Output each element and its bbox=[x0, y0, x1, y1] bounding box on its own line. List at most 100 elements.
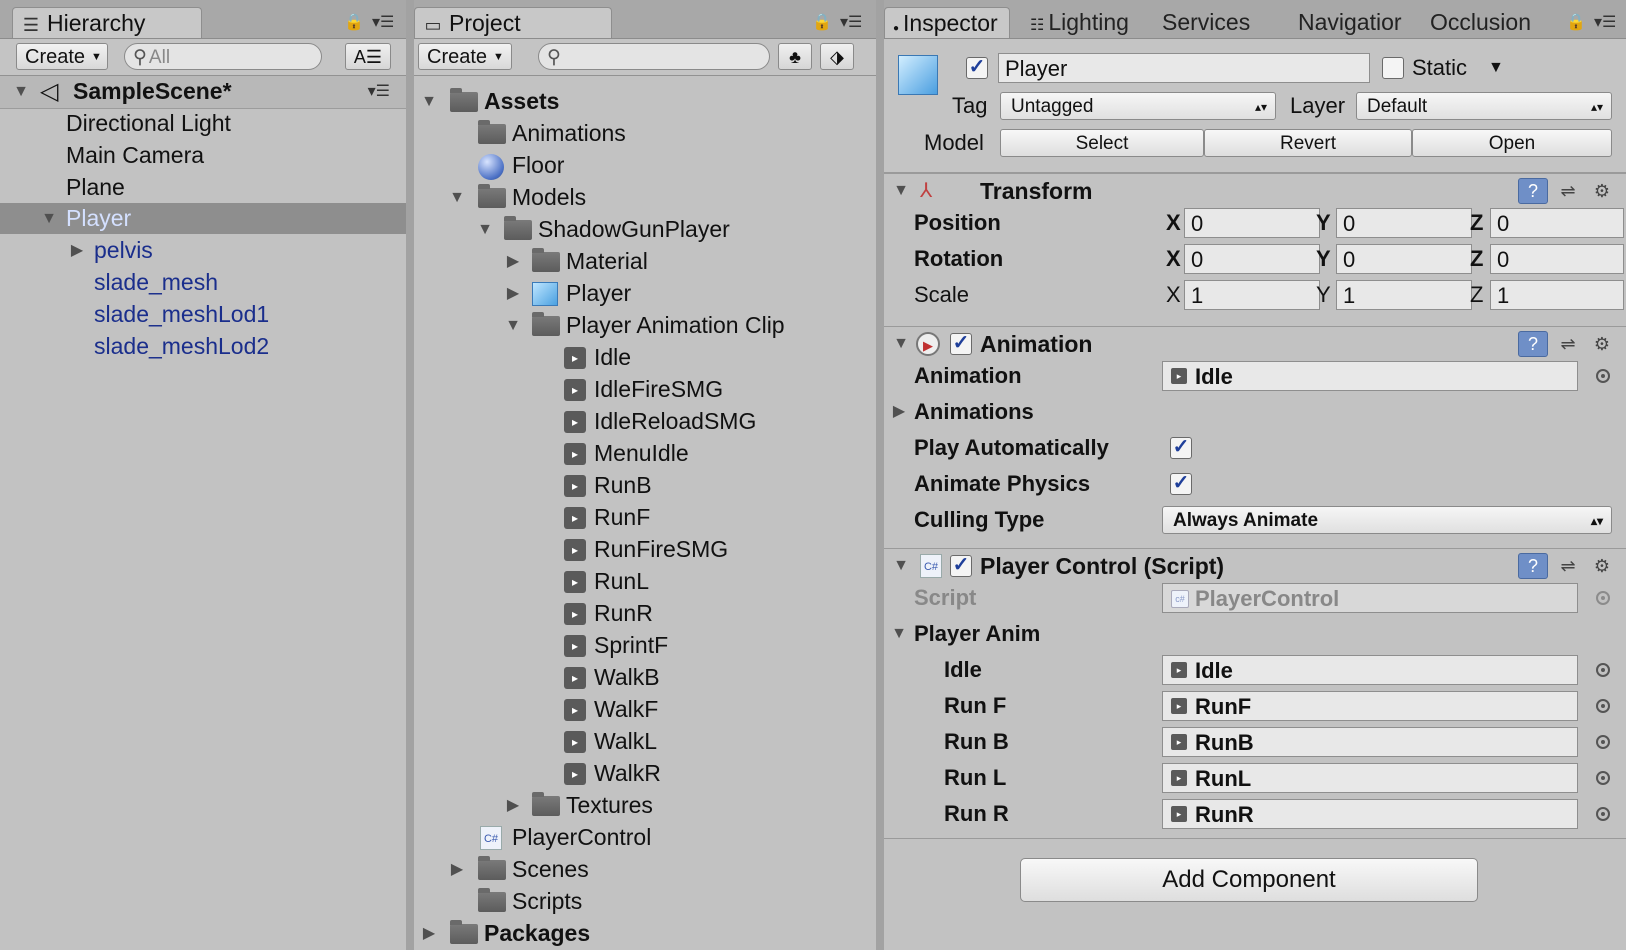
expand-icon[interactable]: ▼ bbox=[890, 619, 908, 649]
hierarchy-create-button[interactable]: Create ▼ bbox=[16, 43, 108, 70]
layer-dropdown[interactable]: Default ▴▾ bbox=[1356, 92, 1612, 120]
tab-hierarchy[interactable]: ☰ Hierarchy bbox=[12, 7, 202, 38]
list-item[interactable]: ▸ IdleReloadSMG bbox=[414, 406, 876, 437]
list-item[interactable]: ▸ WalkL bbox=[414, 726, 876, 757]
list-item[interactable]: ▸ RunR bbox=[414, 598, 876, 629]
list-item[interactable]: ▸ WalkR bbox=[414, 758, 876, 789]
lock-icon[interactable]: 🔒 bbox=[812, 12, 832, 32]
tab-services[interactable]: Services bbox=[1162, 7, 1250, 38]
idle-object-field[interactable]: ▸ Idle bbox=[1162, 655, 1578, 685]
lock-icon[interactable]: 🔒 bbox=[344, 12, 364, 32]
run-b-object-field[interactable]: ▸ RunB bbox=[1162, 727, 1578, 757]
filter-type-button[interactable]: A☰ bbox=[345, 43, 391, 70]
expand-icon[interactable]: ▼ bbox=[504, 310, 522, 341]
object-picker-icon[interactable] bbox=[1596, 663, 1610, 677]
rotation-x-field[interactable]: 0 bbox=[1184, 244, 1320, 274]
model-revert-button[interactable]: Revert bbox=[1204, 129, 1412, 157]
list-item[interactable]: Scripts bbox=[414, 886, 876, 917]
list-item[interactable]: Floor bbox=[414, 150, 876, 181]
collapsed-icon[interactable]: ▶ bbox=[504, 246, 522, 277]
expand-icon[interactable]: ▼ bbox=[448, 182, 466, 213]
rotation-z-field[interactable]: 0 bbox=[1490, 244, 1624, 274]
list-item[interactable]: slade_meshLod1 bbox=[0, 299, 406, 330]
project-search-input[interactable]: ⚲ bbox=[538, 43, 770, 70]
run-r-object-field[interactable]: ▸ RunR bbox=[1162, 799, 1578, 829]
list-item[interactable]: ▶ Scenes bbox=[414, 854, 876, 885]
list-item[interactable]: ▶ Textures bbox=[414, 790, 876, 821]
expand-icon[interactable]: ▼ bbox=[892, 329, 910, 359]
position-x-field[interactable]: 0 bbox=[1184, 208, 1320, 238]
list-item[interactable]: slade_mesh bbox=[0, 267, 406, 298]
list-item[interactable]: ▼ Player Animation Clip bbox=[414, 310, 876, 341]
list-item[interactable]: slade_meshLod2 bbox=[0, 331, 406, 362]
collapsed-icon[interactable]: ▶ bbox=[448, 854, 466, 885]
help-icon[interactable]: ? bbox=[1518, 178, 1548, 204]
object-picker-icon[interactable] bbox=[1596, 735, 1610, 749]
list-item[interactable]: ▸ SprintF bbox=[414, 630, 876, 661]
object-picker-icon[interactable] bbox=[1596, 369, 1610, 383]
animation-enabled-checkbox[interactable]: ✓ bbox=[950, 333, 972, 355]
list-item[interactable]: ▸ WalkB bbox=[414, 662, 876, 693]
list-item[interactable]: ▸ RunL bbox=[414, 566, 876, 597]
run-f-object-field[interactable]: ▸ RunF bbox=[1162, 691, 1578, 721]
expand-icon[interactable]: ▼ bbox=[40, 203, 58, 234]
add-component-button[interactable]: Add Component bbox=[1020, 858, 1478, 902]
player-control-header[interactable]: ▼ C# ✓ Player Control (Script) ? ⇌ ⚙ bbox=[884, 549, 1626, 583]
list-item[interactable]: C# PlayerControl bbox=[414, 822, 876, 853]
collapsed-icon[interactable]: ▶ bbox=[504, 790, 522, 821]
expand-icon[interactable]: ▼ bbox=[476, 214, 494, 245]
list-item[interactable]: Main Camera bbox=[0, 140, 406, 171]
collapsed-icon[interactable]: ▶ bbox=[420, 918, 438, 949]
list-item[interactable]: ▸ RunF bbox=[414, 502, 876, 533]
list-item[interactable]: ▶ pelvis bbox=[0, 235, 406, 266]
scene-row[interactable]: ▼ ◁ SampleScene* ▾☰ bbox=[0, 76, 406, 109]
filter-by-type-icon[interactable]: ♣ bbox=[778, 43, 812, 70]
culling-type-dropdown[interactable]: Always Animate ▴▾ bbox=[1162, 506, 1612, 534]
animation-header[interactable]: ▼ ▶ ✓ Animation ? ⇌ ⚙ bbox=[884, 327, 1626, 361]
list-item[interactable]: ▼ ShadowGunPlayer bbox=[414, 214, 876, 245]
expand-icon[interactable]: ▼ bbox=[892, 551, 910, 581]
help-icon[interactable]: ? bbox=[1518, 331, 1548, 357]
tab-lighting[interactable]: ☷ Lighting bbox=[1030, 7, 1129, 38]
collapsed-icon[interactable]: ▶ bbox=[68, 235, 86, 266]
list-item[interactable]: ▶ Packages bbox=[414, 918, 876, 949]
object-name-field[interactable]: Player bbox=[998, 53, 1370, 83]
model-select-button[interactable]: Select bbox=[1000, 129, 1204, 157]
collapsed-icon[interactable]: ▶ bbox=[504, 278, 522, 309]
collapsed-icon[interactable]: ▶ bbox=[890, 397, 908, 427]
scale-z-field[interactable]: 1 bbox=[1490, 280, 1624, 310]
list-item[interactable]: ▼ Models bbox=[414, 182, 876, 213]
list-item[interactable]: ▸ RunB bbox=[414, 470, 876, 501]
scene-menu-icon[interactable]: ▾☰ bbox=[368, 76, 390, 107]
script-enabled-checkbox[interactable]: ✓ bbox=[950, 555, 972, 577]
lock-icon[interactable]: 🔒 bbox=[1566, 12, 1586, 32]
model-open-button[interactable]: Open bbox=[1412, 129, 1612, 157]
list-item[interactable]: ▸ RunFireSMG bbox=[414, 534, 876, 565]
scale-y-field[interactable]: 1 bbox=[1336, 280, 1472, 310]
list-item[interactable]: ▼ Assets bbox=[414, 86, 876, 117]
tag-dropdown[interactable]: Untagged ▴▾ bbox=[1000, 92, 1276, 120]
transform-header[interactable]: ▼ ⅄ Transform ? ⇌ ⚙ bbox=[884, 174, 1626, 208]
expand-icon[interactable]: ▼ bbox=[12, 76, 30, 107]
list-item[interactable]: ▸ WalkF bbox=[414, 694, 876, 725]
list-item[interactable]: ▸ Idle bbox=[414, 342, 876, 373]
tab-navigation[interactable]: Navigatior bbox=[1298, 7, 1402, 38]
panel-menu-icon[interactable]: ▾☰ bbox=[1594, 12, 1616, 32]
gear-icon[interactable]: ⚙ bbox=[1588, 179, 1616, 203]
play-automatically-checkbox[interactable]: ✓ bbox=[1170, 437, 1192, 459]
tab-inspector[interactable]: ● Inspector bbox=[884, 7, 1010, 38]
list-item[interactable]: ▶ Player bbox=[414, 278, 876, 309]
panel-menu-icon[interactable]: ▾☰ bbox=[840, 12, 862, 32]
position-z-field[interactable]: 0 bbox=[1490, 208, 1624, 238]
scale-x-field[interactable]: 1 bbox=[1184, 280, 1320, 310]
static-dropdown-icon[interactable]: ▼ bbox=[1488, 53, 1504, 83]
preset-icon[interactable]: ⇌ bbox=[1554, 179, 1582, 203]
help-icon[interactable]: ? bbox=[1518, 553, 1548, 579]
tab-project[interactable]: ▭ Project bbox=[414, 7, 612, 38]
rotation-y-field[interactable]: 0 bbox=[1336, 244, 1472, 274]
active-checkbox[interactable]: ✓ bbox=[966, 57, 988, 79]
preset-icon[interactable]: ⇌ bbox=[1554, 332, 1582, 356]
animation-object-field[interactable]: ▸ Idle bbox=[1162, 361, 1578, 391]
list-item[interactable]: ▸ MenuIdle bbox=[414, 438, 876, 469]
gear-icon[interactable]: ⚙ bbox=[1588, 332, 1616, 356]
